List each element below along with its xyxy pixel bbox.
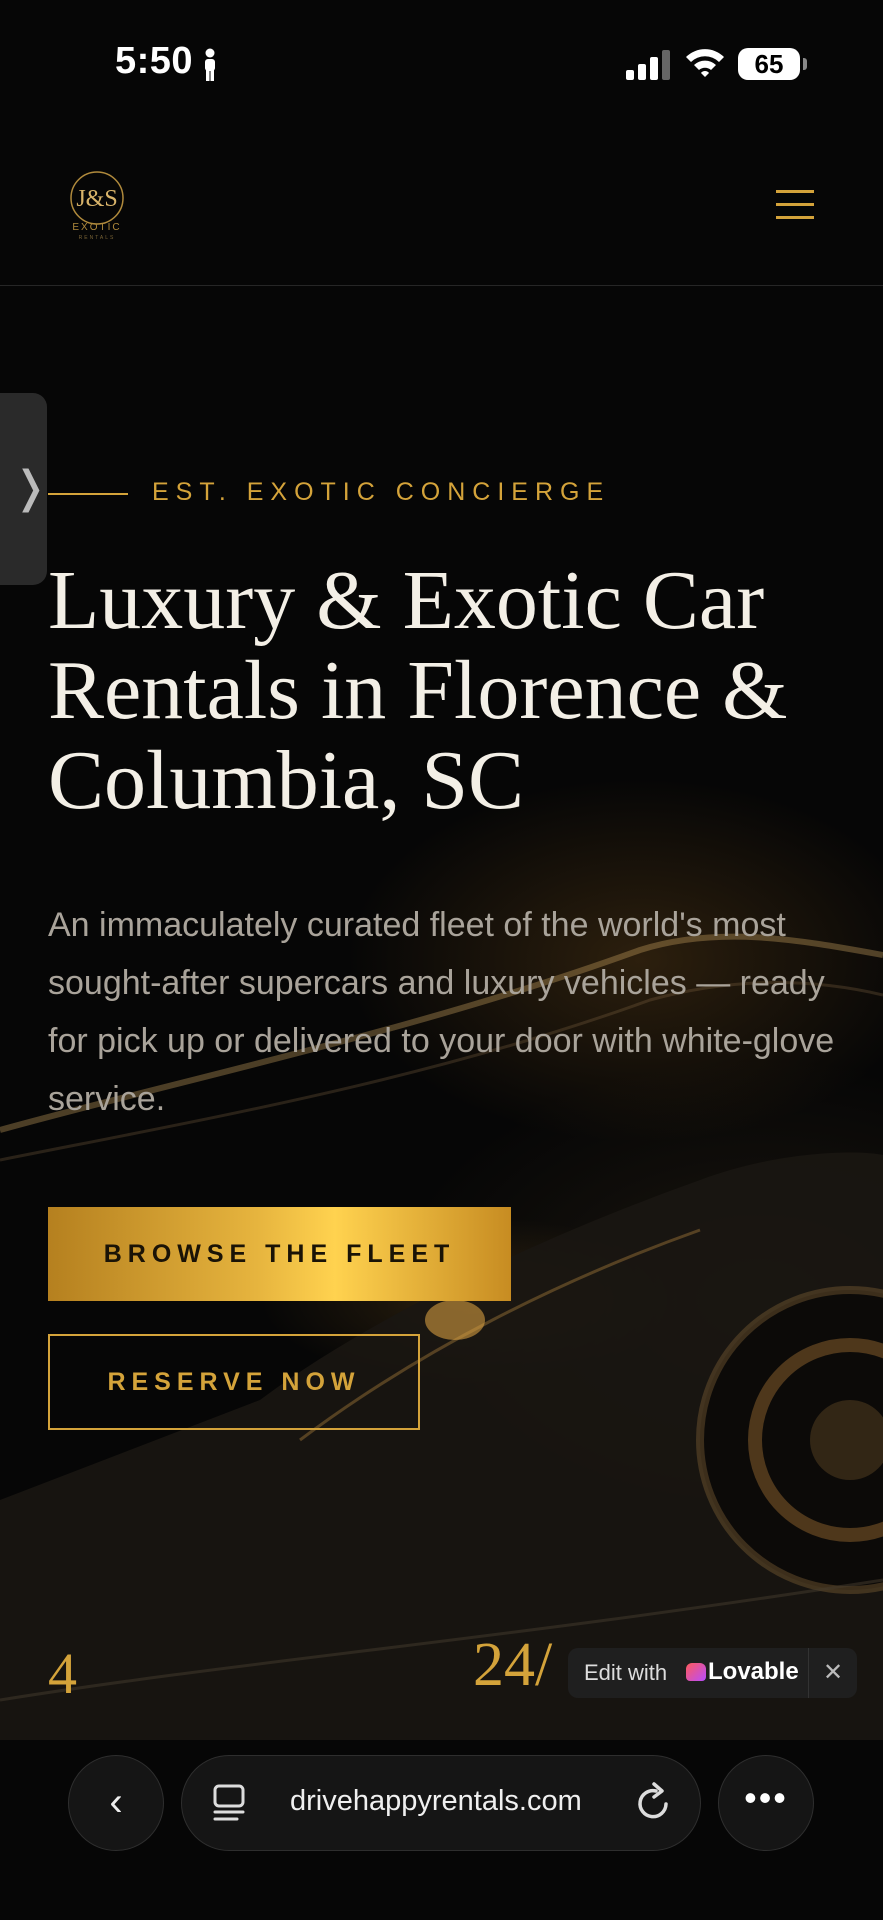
reload-icon[interactable] (634, 1780, 674, 1824)
hero-headline: Luxury & Exotic Car Rentals in Florence … (48, 554, 788, 827)
reserve-now-button[interactable]: RESERVE NOW (48, 1334, 420, 1430)
lovable-logo-icon (686, 1663, 706, 1681)
lovable-edit-badge[interactable]: Edit with Lovable ✕ (568, 1648, 857, 1698)
logo-image[interactable]: J&S EXOTIC RENTALS (62, 168, 132, 242)
logo-text: J&S (76, 186, 117, 212)
close-icon[interactable]: ✕ (823, 1658, 843, 1687)
lovable-brand-name: Lovable (708, 1658, 799, 1685)
lovable-edit-label: Edit with (584, 1660, 668, 1685)
cellular-signal-icon (626, 50, 670, 80)
battery-icon: 65 (738, 48, 807, 80)
browse-fleet-button[interactable]: BROWSE THE FLEET (48, 1207, 511, 1301)
chevron-right-icon[interactable]: ❭ (12, 462, 49, 513)
screen: 5:50 65 J&S EXOTIC RENTALS ❭ EST. EXOTIC… (0, 0, 883, 1920)
tabs-icon[interactable] (212, 1784, 246, 1822)
status-time: 5:50 (115, 40, 194, 82)
hero-eyebrow: EST. EXOTIC CONCIERGE (152, 478, 611, 506)
back-arrow-icon[interactable]: ‹ (68, 1755, 164, 1851)
logo-subtext: EXOTIC (72, 222, 121, 233)
person-icon (205, 48, 215, 81)
stat-value-first: 4 (48, 1641, 77, 1706)
more-icon[interactable]: ••• (718, 1755, 814, 1851)
url-text[interactable]: drivehappyrentals.com (290, 1785, 582, 1818)
eyebrow-rule (48, 493, 128, 495)
logo-tagline: RENTALS (79, 235, 116, 241)
address-bar[interactable]: drivehappyrentals.com (181, 1755, 701, 1851)
header-divider (0, 285, 883, 286)
hero-description: An immaculately curated fleet of the wor… (48, 906, 835, 1118)
lovable-divider (808, 1648, 809, 1698)
hamburger-menu-icon[interactable] (776, 190, 814, 220)
wifi-icon (686, 49, 724, 77)
stat-value-second: 24/ (473, 1631, 553, 1699)
